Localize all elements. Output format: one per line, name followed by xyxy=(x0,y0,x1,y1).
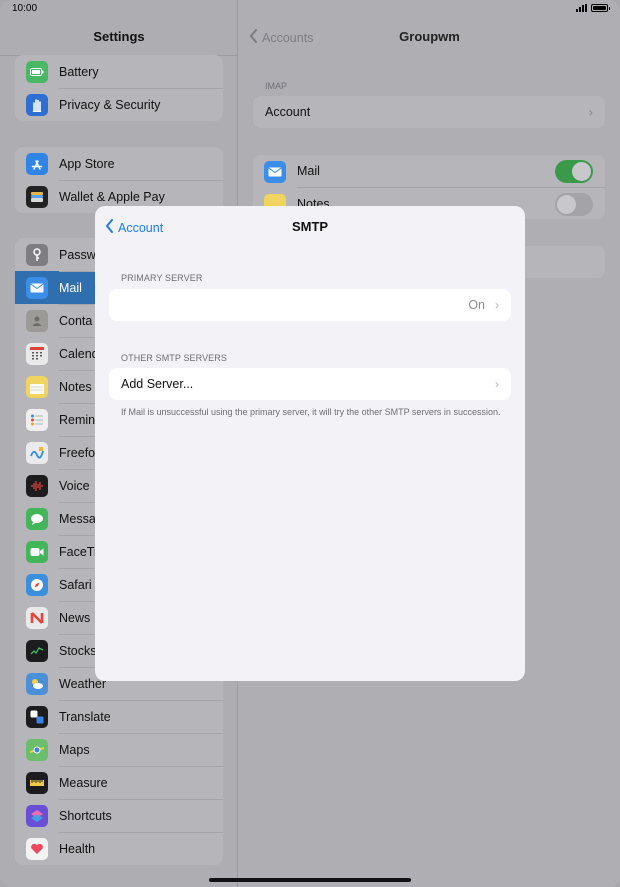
sidebar-item-battery[interactable]: Battery xyxy=(15,55,223,88)
account-row[interactable]: Account › xyxy=(253,96,605,128)
maps-icon xyxy=(26,739,48,761)
smtp-footnote: If Mail is unsuccessful using the primar… xyxy=(121,407,501,417)
primary-server-caption: PRIMARY SERVER xyxy=(121,273,203,283)
account-card: Account › xyxy=(253,96,605,128)
battery-icon xyxy=(26,61,48,83)
messages-icon xyxy=(26,508,48,530)
measure-icon xyxy=(26,772,48,794)
chevron-left-icon xyxy=(105,219,114,236)
sidebar-item-health[interactable]: Health xyxy=(15,832,223,865)
translate-icon xyxy=(26,706,48,728)
battery-status-icon xyxy=(591,4,610,12)
mail-icon xyxy=(264,161,286,183)
app-store-icon xyxy=(26,153,48,175)
facetime-icon xyxy=(26,541,48,563)
safari-icon xyxy=(26,574,48,596)
hand-icon xyxy=(26,94,48,116)
status-icons xyxy=(576,4,610,12)
account-row-label: Account xyxy=(265,105,311,119)
account-back-label: Account xyxy=(118,220,164,235)
chevron-right-icon: › xyxy=(495,377,499,391)
health-icon xyxy=(26,838,48,860)
primary-server-status: On xyxy=(468,298,485,312)
calendar-icon xyxy=(26,343,48,365)
news-icon xyxy=(26,607,48,629)
reminders-icon xyxy=(26,409,48,431)
contacts-icon xyxy=(26,310,48,332)
add-server-label: Add Server... xyxy=(121,377,194,391)
chevron-right-icon: › xyxy=(495,298,499,312)
chevron-right-icon: › xyxy=(588,104,593,120)
detail-nav-bar: Accounts Groupwm xyxy=(239,29,620,49)
stocks-icon xyxy=(26,640,48,662)
notes-toggle[interactable] xyxy=(555,193,593,216)
toggle-knob xyxy=(572,162,591,181)
status-time: 10:00 xyxy=(12,3,38,14)
mail-toggle[interactable] xyxy=(555,160,593,183)
service-label-mail: Mail xyxy=(297,164,320,178)
primary-server-row[interactable]: On › xyxy=(109,289,511,321)
sidebar-item-translate[interactable]: Translate xyxy=(15,700,223,733)
freeform-icon xyxy=(26,442,48,464)
smtp-sheet: SMTP Account PRIMARY SERVER On › OTHER S… xyxy=(95,206,525,681)
mail-icon xyxy=(26,277,48,299)
sidebar-title: Settings xyxy=(93,29,145,44)
signal-icon xyxy=(576,4,587,12)
home-indicator xyxy=(209,878,411,882)
account-back-button[interactable]: Account xyxy=(105,219,163,236)
imap-caption: IMAP xyxy=(265,81,288,91)
sidebar-group-1: Battery Privacy & Security xyxy=(15,55,223,121)
notes-icon xyxy=(26,376,48,398)
toggle-knob xyxy=(557,195,576,214)
voice-memos-icon xyxy=(26,475,48,497)
shortcuts-icon xyxy=(26,805,48,827)
sidebar-item-app-store[interactable]: App Store xyxy=(15,147,223,180)
service-row-mail: Mail xyxy=(253,155,605,187)
add-server-row[interactable]: Add Server... › xyxy=(109,368,511,400)
weather-icon xyxy=(26,673,48,695)
other-servers-caption: OTHER SMTP SERVERS xyxy=(121,353,227,363)
sidebar-item-shortcuts[interactable]: Shortcuts xyxy=(15,799,223,832)
sidebar-item-privacy-security[interactable]: Privacy & Security xyxy=(15,88,223,121)
wallet-icon xyxy=(26,186,48,208)
sidebar-group-2: App Store Wallet & Apple Pay xyxy=(15,147,223,213)
key-icon xyxy=(26,244,48,266)
status-bar: 10:00 xyxy=(0,0,620,18)
ipad-screen: Settings Battery Privacy & Security App S… xyxy=(0,0,620,887)
sidebar-item-maps[interactable]: Maps xyxy=(15,733,223,766)
sidebar-item-measure[interactable]: Measure xyxy=(15,766,223,799)
detail-title: Groupwm xyxy=(399,29,460,44)
